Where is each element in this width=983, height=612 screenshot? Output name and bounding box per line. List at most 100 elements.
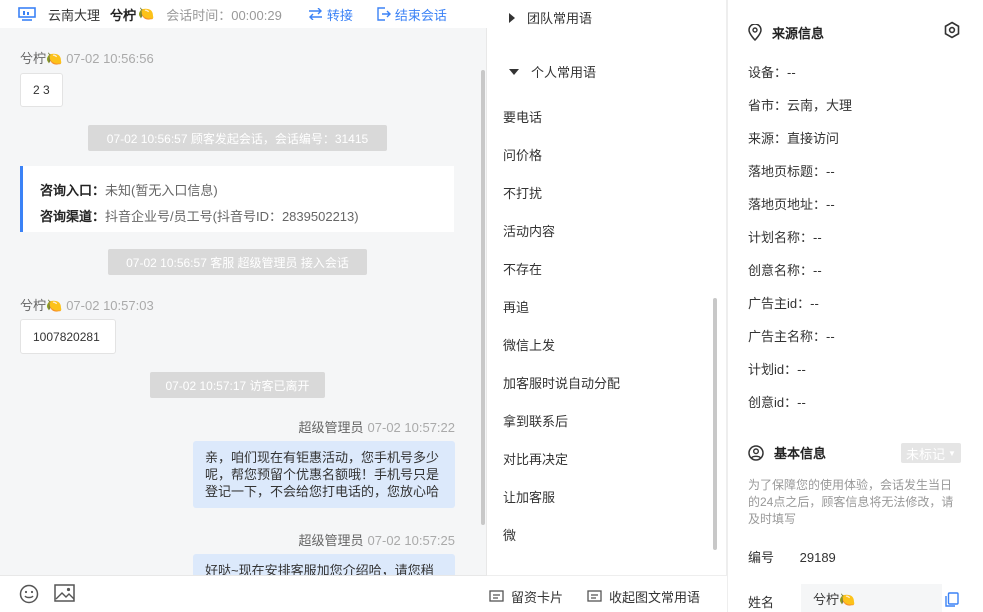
system-message: 07-02 10:56:57 客服 超级管理员 接入会话 [108,249,367,275]
collapse-rich-label: 收起图文常用语 [609,590,701,605]
group-label: 团队常用语 [527,11,593,26]
chat-scrollbar[interactable] [481,70,485,525]
transfer-label: 转接 [326,7,353,23]
phrase-item[interactable]: 拿到联系后 [503,411,568,430]
chat-messages[interactable]: 兮柠🍋 07-02 10:56:56 2 3 07-02 10:56:57 顾客发… [0,28,480,575]
chat-input-toolbar [0,575,487,612]
message-sender: 兮柠🍋 07-02 10:56:56 [20,48,154,67]
collapse-rich-phrases-button[interactable]: 收起图文常用语 [587,587,700,606]
phrase-item[interactable]: 对比再决定 [503,449,568,468]
lead-card-label: 留资卡片 [511,590,564,605]
phrase-item[interactable]: 加客服时说自动分配 [503,373,620,392]
user-icon [748,444,764,461]
lemon-icon: 🍋 [138,6,155,21]
monitor-icon [18,7,36,21]
message-time: 07-02 10:57:25 [367,533,455,548]
lead-card-button[interactable]: 留资卡片 [489,587,563,606]
phrase-item[interactable]: 问价格 [503,145,542,164]
name-label: 姓名 [748,595,775,610]
caret-down-icon [509,68,519,75]
phrase-item[interactable]: 让加客服 [503,487,555,506]
transfer-icon [308,8,322,20]
source-card: 咨询入口： 未知(暂无入口信息) 咨询渠道： 抖音企业号/员工号(抖音号ID：283… [20,166,454,232]
sender-name: 兮柠 [20,51,47,66]
source-info-row: 创意名称：-- [748,263,822,278]
channel-label: 咨询渠道： [40,208,106,224]
sender-name: 超级管理员 [298,420,364,435]
phrase-item[interactable]: 要电话 [503,107,542,126]
visitor-name: 兮柠 [110,7,137,23]
team-phrases-group[interactable]: 团队常用语 [509,8,592,27]
phrases-footer: 留资卡片 收起图文常用语 [487,575,727,612]
transfer-button[interactable]: 转接 [308,5,353,24]
customer-info-panel: 来源信息 设备：-- 省市：云南，大理 来源：直接访问 落地页标题：-- 落地页地址：-… [727,0,983,612]
source-info-row: 计划id：-- [748,362,806,377]
source-info-row: 落地页标题：-- [748,164,835,179]
end-session-label: 结束会话 [394,7,447,23]
copy-icon[interactable] [945,592,959,607]
source-info-row: 广告主id：-- [748,296,819,311]
customer-id-row: 编号 29189 [748,547,836,566]
section-title: 基本信息 [774,446,827,461]
agent-message: 亲，咱们现在有钜惠活动，您手机号多少呢，帮您预留个优惠名额哦！手机号只是登记一下… [193,441,455,508]
chat-header: 云南大理 兮柠 🍋 会话时间：00:00:29 转接 结束会话 [0,0,487,28]
sender-name: 超级管理员 [298,533,364,548]
message-time: 07-02 10:57:03 [66,298,154,313]
message-sender: 超级管理员 07-02 10:57:22 [299,417,455,436]
visitor-location: 云南大理 [48,7,101,23]
phrase-item[interactable]: 微信上发 [503,335,555,354]
visitor-message: 2 3 [20,73,63,107]
entry-value: 未知(暂无入口信息) [105,182,218,198]
message-time: 07-02 10:56:56 [66,51,154,66]
visitor-message: 1007820281 [20,319,116,354]
tag-select[interactable]: 未标记 ▼ [901,443,961,463]
message-icon [587,590,602,602]
phrase-item[interactable]: 活动内容 [503,221,555,240]
entry-label: 咨询入口： [40,182,106,198]
sender-name: 兮柠 [20,298,47,313]
tag-value: 未标记 [906,446,946,462]
source-info-title: 来源信息 [748,23,824,42]
source-info-row: 设备：-- [748,65,796,80]
session-timer: 会话时间：00:00:29 [166,7,282,23]
id-label: 编号 [748,550,775,565]
group-label: 个人常用语 [531,65,597,80]
agent-message: 好哒~现在安排客服加您介绍哈，请您稍 [193,554,455,575]
source-info-row: 创意id：-- [748,395,806,410]
phrase-item[interactable]: 不存在 [503,259,542,278]
source-info-row: 来源：直接访问 [748,131,840,146]
id-value: 29189 [799,550,836,565]
image-icon[interactable] [54,584,75,602]
lemon-icon: 🍋 [46,298,63,313]
source-info-row: 计划名称：-- [748,230,822,245]
card-icon [489,590,504,602]
edit-hint: 为了保障您的使用体验，会话发生当日的24点之后，顾客信息将无法修改，请及时填写 [748,478,954,526]
basic-info-title: 基本信息 [748,443,826,462]
settings-icon[interactable] [943,21,961,39]
message-sender: 超级管理员 07-02 10:57:25 [299,530,455,549]
channel-value: 抖音企业号/员工号(抖音号ID：2839502213) [105,208,359,224]
phrases-scrollbar[interactable] [713,298,717,550]
phrase-item[interactable]: 不打扰 [503,183,542,202]
exit-icon [377,7,391,21]
caret-right-icon [509,12,515,23]
system-message: 07-02 10:56:57 顾客发起会话，会话编号：31415 [88,125,387,151]
phrase-item[interactable]: 再追 [503,297,529,316]
phrase-item[interactable]: 微 [503,525,516,544]
source-info-row: 落地页地址：-- [748,197,835,212]
system-message: 07-02 10:57:17 访客已离开 [150,372,325,398]
name-input[interactable]: 兮柠🍋 [801,584,942,612]
end-session-button[interactable]: 结束会话 [377,5,447,24]
source-info-row: 省市：云南，大理 [748,98,853,113]
common-phrases-panel: 团队常用语 个人常用语 要电话问价格不打扰活动内容不存在再追微信上发加客服时说自… [487,0,727,612]
message-sender: 兮柠🍋 07-02 10:57:03 [20,295,154,314]
section-title: 来源信息 [772,26,825,41]
lemon-icon: 🍋 [46,51,63,66]
emoji-icon[interactable] [19,584,39,604]
personal-phrases-group[interactable]: 个人常用语 [509,62,596,81]
location-pin-icon [748,24,762,41]
message-time: 07-02 10:57:22 [367,420,455,435]
source-info-row: 广告主名称：-- [748,329,835,344]
chevron-down-icon: ▼ [948,448,956,458]
chat-panel: 云南大理 兮柠 🍋 会话时间：00:00:29 转接 结束会话 兮柠🍋 07-02… [0,0,487,612]
